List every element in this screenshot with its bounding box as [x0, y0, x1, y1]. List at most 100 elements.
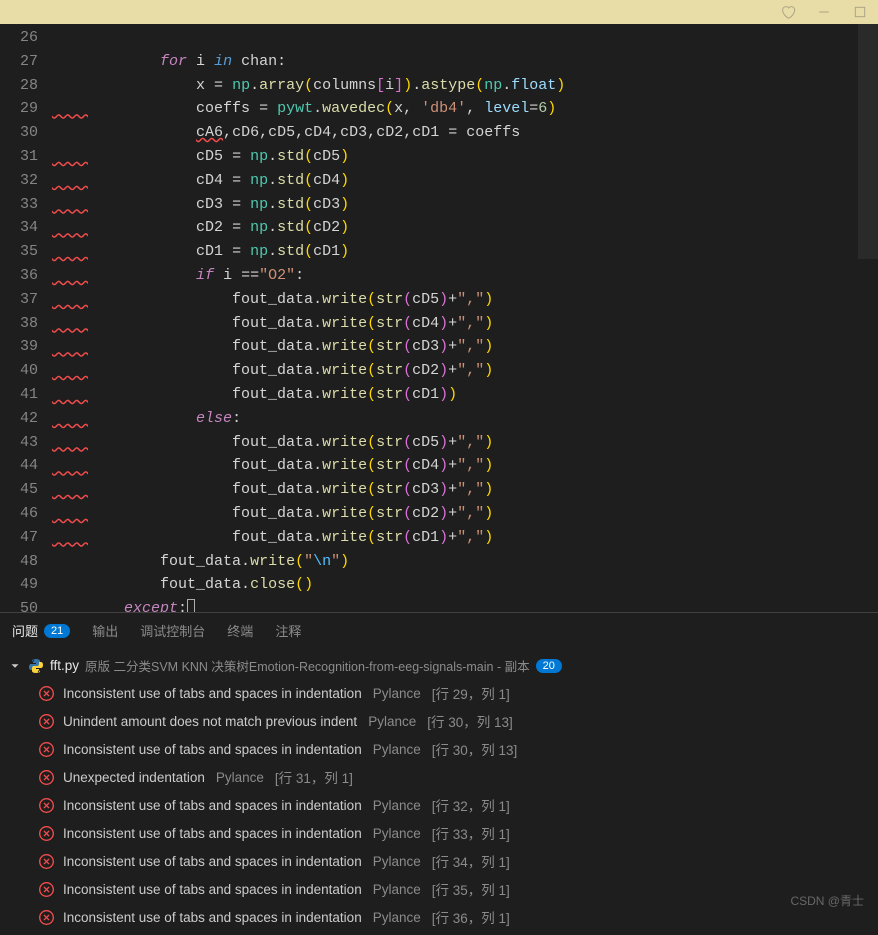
heart-icon[interactable] [780, 4, 796, 20]
code-area[interactable]: for i in chan: x = np.array(columns[i]).… [52, 24, 878, 612]
line-number: 29 [0, 97, 52, 121]
problem-row[interactable]: Unindent amount does not match previous … [8, 707, 870, 735]
code-line[interactable]: fout_data.write(str(cD1)) [52, 383, 878, 407]
problem-source: Pylance [373, 910, 421, 925]
problem-message: Inconsistent use of tabs and spaces in i… [63, 854, 362, 869]
code-line[interactable]: if i =="O2": [52, 264, 878, 288]
problem-row[interactable]: Inconsistent use of tabs and spaces in i… [8, 819, 870, 847]
file-name: fft.py [50, 658, 79, 673]
code-line[interactable]: fout_data.write(str(cD4)+",") [52, 312, 878, 336]
line-number: 42 [0, 407, 52, 431]
code-line[interactable]: fout_data.write("\n") [52, 550, 878, 574]
code-line[interactable] [52, 26, 878, 50]
problem-row[interactable]: Inconsistent use of tabs and spaces in i… [8, 875, 870, 903]
error-icon [38, 769, 55, 786]
file-path: 原版 二分类SVM KNN 决策树Emotion-Recognition-fro… [85, 656, 530, 675]
error-icon [38, 685, 55, 702]
problem-row[interactable]: Inconsistent use of tabs and spaces in i… [8, 735, 870, 763]
code-line[interactable]: for i in chan: [52, 50, 878, 74]
line-number: 38 [0, 312, 52, 336]
problem-source: Pylance [216, 770, 264, 785]
file-group[interactable]: fft.py 原版 二分类SVM KNN 决策树Emotion-Recognit… [8, 652, 870, 679]
line-number: 32 [0, 169, 52, 193]
code-line[interactable]: fout_data.write(str(cD3)+",") [52, 478, 878, 502]
problem-message: Inconsistent use of tabs and spaces in i… [63, 798, 362, 813]
code-line[interactable]: cD1 = np.std(cD1) [52, 240, 878, 264]
code-line[interactable]: cD5 = np.std(cD5) [52, 145, 878, 169]
code-line[interactable]: cD2 = np.std(cD2) [52, 216, 878, 240]
code-line[interactable]: cD3 = np.std(cD3) [52, 193, 878, 217]
line-number: 44 [0, 454, 52, 478]
code-line[interactable]: fout_data.write(str(cD5)+",") [52, 288, 878, 312]
python-file-icon [28, 658, 44, 674]
panel-tab-注释[interactable]: 注释 [275, 621, 301, 640]
problem-row[interactable]: Inconsistent use of tabs and spaces in i… [8, 847, 870, 875]
line-number: 39 [0, 335, 52, 359]
panel-tab-问题[interactable]: 问题21 [12, 621, 70, 640]
editor[interactable]: 2627282930313233343536373839404142434445… [0, 24, 878, 612]
problem-row[interactable]: Inconsistent use of tabs and spaces in i… [8, 791, 870, 819]
line-number: 34 [0, 216, 52, 240]
error-icon [38, 797, 55, 814]
line-number: 48 [0, 550, 52, 574]
code-line[interactable]: fout_data.close() [52, 573, 878, 597]
line-number: 47 [0, 526, 52, 550]
minimize-icon[interactable] [816, 4, 832, 20]
problem-source: Pylance [373, 742, 421, 757]
code-line[interactable]: x = np.array(columns[i]).astype(np.float… [52, 74, 878, 98]
problem-row[interactable]: Unexpected indentation Pylance [行 31，列 1] [8, 763, 870, 791]
problem-message: Unexpected indentation [63, 770, 205, 785]
problem-source: Pylance [373, 826, 421, 841]
problems-panel: 问题21 输出 调试控制台 终端 注释 fft.py 原版 二分类SVM KNN 决策树… [0, 612, 878, 927]
code-line[interactable]: fout_data.write(str(cD2)+",") [52, 359, 878, 383]
line-number: 35 [0, 240, 52, 264]
problem-source: Pylance [373, 686, 421, 701]
tab-badge: 21 [44, 624, 70, 638]
panel-tab-调试控制台[interactable]: 调试控制台 [140, 621, 205, 640]
code-line[interactable]: cA6,cD6,cD5,cD4,cD3,cD2,cD1 = coeffs [52, 121, 878, 145]
code-line[interactable]: else: [52, 407, 878, 431]
problem-position: [行 32，列 1] [432, 795, 510, 815]
line-number: 37 [0, 288, 52, 312]
line-number: 50 [0, 597, 52, 612]
panel-tab-输出[interactable]: 输出 [92, 621, 118, 640]
problem-message: Inconsistent use of tabs and spaces in i… [63, 826, 362, 841]
code-line[interactable]: fout_data.write(str(cD3)+",") [52, 335, 878, 359]
problem-position: [行 31，列 1] [275, 767, 353, 787]
line-number: 27 [0, 50, 52, 74]
problem-message: Inconsistent use of tabs and spaces in i… [63, 742, 362, 757]
problem-source: Pylance [373, 854, 421, 869]
problems-body: fft.py 原版 二分类SVM KNN 决策树Emotion-Recognit… [0, 648, 878, 935]
code-line[interactable]: cD4 = np.std(cD4) [52, 169, 878, 193]
line-number: 26 [0, 26, 52, 50]
problem-position: [行 34，列 1] [432, 851, 510, 871]
watermark: CSDN @青士 [790, 892, 864, 909]
line-number: 40 [0, 359, 52, 383]
code-line[interactable]: fout_data.write(str(cD2)+",") [52, 502, 878, 526]
problem-position: [行 36，列 1] [432, 907, 510, 927]
code-line[interactable]: fout_data.write(str(cD5)+",") [52, 431, 878, 455]
problem-position: [行 30，列 13] [432, 739, 518, 759]
problem-row[interactable]: Inconsistent use of tabs and spaces in i… [8, 679, 870, 707]
error-icon [38, 825, 55, 842]
line-number: 36 [0, 264, 52, 288]
line-number: 31 [0, 145, 52, 169]
error-icon [38, 909, 55, 926]
error-icon [38, 881, 55, 898]
line-number: 45 [0, 478, 52, 502]
gutter: 2627282930313233343536373839404142434445… [0, 24, 52, 612]
line-number: 33 [0, 193, 52, 217]
minimap[interactable] [858, 24, 878, 612]
code-line[interactable]: coeffs = pywt.wavedec(x, 'db4', level=6) [52, 97, 878, 121]
problem-position: [行 33，列 1] [432, 823, 510, 843]
error-icon [38, 741, 55, 758]
titlebar [0, 0, 878, 24]
chevron-down-icon [8, 659, 22, 673]
panel-tab-终端[interactable]: 终端 [227, 621, 253, 640]
problem-source: Pylance [368, 714, 416, 729]
line-number: 43 [0, 431, 52, 455]
maximize-icon[interactable] [852, 4, 868, 20]
code-line[interactable]: fout_data.write(str(cD1)+",") [52, 526, 878, 550]
code-line[interactable]: except: [52, 597, 878, 612]
code-line[interactable]: fout_data.write(str(cD4)+",") [52, 454, 878, 478]
